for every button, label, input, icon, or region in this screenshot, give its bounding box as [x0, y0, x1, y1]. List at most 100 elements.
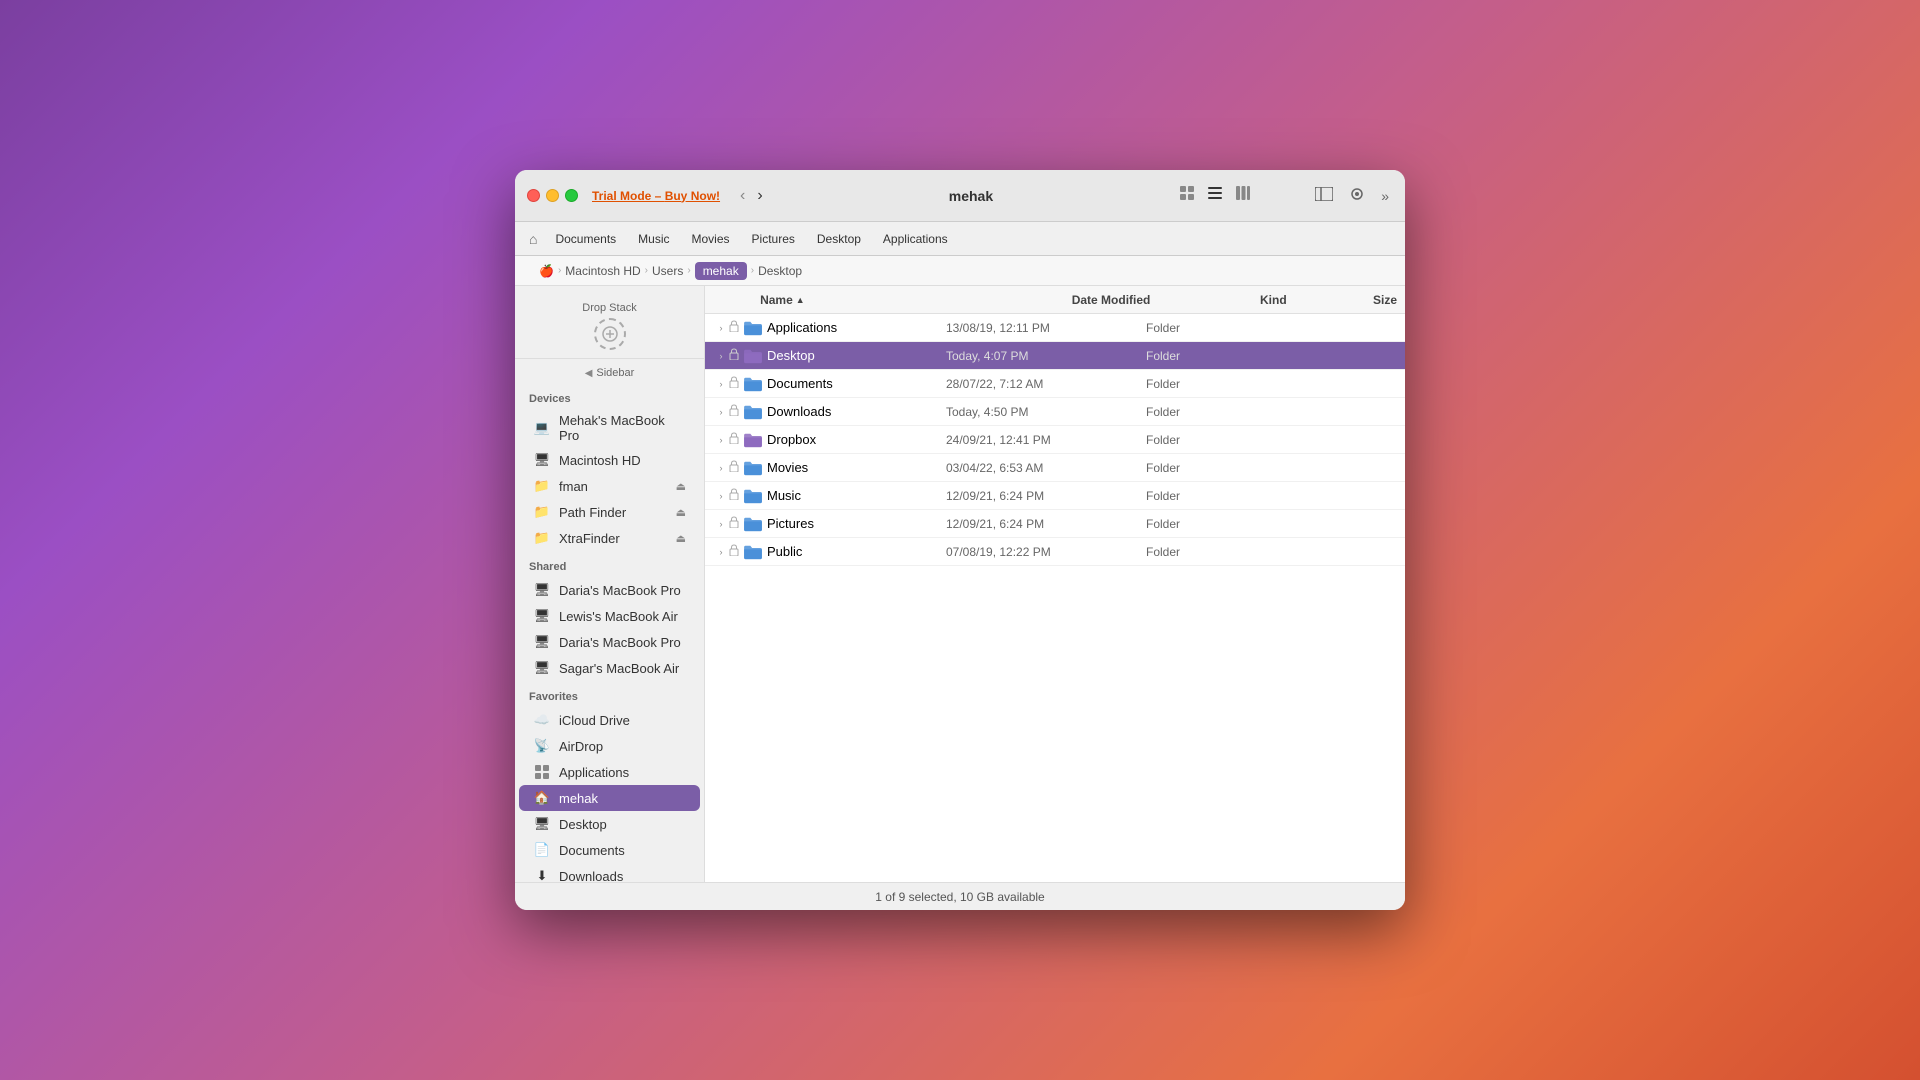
toolbar-tab-applications[interactable]: Applications — [873, 228, 958, 250]
lock-icon — [729, 432, 743, 447]
drop-stack: Drop Stack — [515, 294, 704, 359]
expand-chevron[interactable]: › — [713, 404, 729, 420]
expand-chevron[interactable]: › — [713, 376, 729, 392]
sidebar-item-downloads[interactable]: ⬇ Downloads — [519, 863, 700, 882]
downloads-icon: ⬇ — [533, 867, 551, 882]
expand-chevron[interactable]: › — [713, 516, 729, 532]
sidebar-toggle-button[interactable] — [1311, 183, 1337, 208]
lock-icon — [729, 348, 743, 363]
buy-now-link[interactable]: Buy Now! — [665, 189, 720, 203]
close-button[interactable] — [527, 189, 540, 202]
sidebar-item-fman[interactable]: 📁 fman ⏏ — [519, 473, 700, 499]
table-row[interactable]: › Music 12/09/21, 6:24 PM Folder — [705, 482, 1405, 510]
traffic-lights — [527, 189, 578, 202]
eject-icon[interactable]: ⏏ — [676, 480, 686, 493]
sidebar-item-label: XtraFinder — [559, 531, 620, 546]
table-row[interactable]: › Downloads Today, 4:50 PM Folder — [705, 398, 1405, 426]
file-name: Applications — [767, 320, 898, 335]
sidebar-item-desktop[interactable]: 🖥 Desktop — [519, 811, 700, 837]
lock-icon — [729, 460, 743, 475]
expand-button[interactable]: » — [1377, 184, 1393, 208]
list-view-button[interactable] — [1203, 181, 1227, 210]
sidebar-item-icloud-drive[interactable]: ☁️ iCloud Drive — [519, 707, 700, 733]
date-column-header[interactable]: Date Modified — [1072, 293, 1260, 307]
laptop-icon: 💻 — [533, 419, 551, 437]
drop-stack-label: Drop Stack — [582, 302, 636, 314]
airdrop-icon: 📡 — [533, 737, 551, 755]
sidebar-item-lewiss-macbook-air[interactable]: 🖥 Lewis's MacBook Air — [519, 603, 700, 629]
breadcrumb-macintosh-hd[interactable]: Macintosh HD — [565, 264, 640, 278]
file-kind: Folder — [1146, 405, 1266, 419]
column-view-button[interactable] — [1231, 181, 1255, 210]
expand-chevron[interactable]: › — [713, 348, 729, 364]
toolbar-tab-desktop[interactable]: Desktop — [807, 228, 871, 250]
sidebar-item-applications[interactable]: Applications — [519, 759, 700, 785]
file-kind: Folder — [1146, 349, 1266, 363]
table-row[interactable]: › Applications 13/08/19, 12:11 PM Folder — [705, 314, 1405, 342]
sidebar-item-label: Mehak's MacBook Pro — [559, 413, 686, 443]
kind-column-header[interactable]: Kind — [1260, 293, 1373, 307]
toolbar-tab-pictures[interactable]: Pictures — [742, 228, 805, 250]
drop-stack-icon[interactable] — [594, 318, 626, 350]
minimize-button[interactable] — [546, 189, 559, 202]
toolbar-tab-music[interactable]: Music — [628, 228, 679, 250]
breadcrumb-desktop[interactable]: Desktop — [758, 264, 802, 278]
sidebar-item-path-finder[interactable]: 📁 Path Finder ⏏ — [519, 499, 700, 525]
name-column-header[interactable]: Name ▲ — [760, 293, 1024, 307]
sidebar-item-mehaks-macbook-pro[interactable]: 💻 Mehak's MacBook Pro — [519, 409, 700, 447]
folder-icon — [743, 404, 763, 420]
file-date: 28/07/22, 7:12 AM — [946, 377, 1146, 391]
home-icon: 🏠 — [533, 789, 551, 807]
sidebar-item-xtrafinder[interactable]: 📁 XtraFinder ⏏ — [519, 525, 700, 551]
breadcrumb-users[interactable]: Users — [652, 264, 683, 278]
toolbar-tab-documents[interactable]: Documents — [545, 228, 626, 250]
status-text: 1 of 9 selected, 10 GB available — [875, 890, 1044, 904]
sidebar-item-label: Daria's MacBook Pro — [559, 635, 681, 650]
file-name: Dropbox — [767, 432, 898, 447]
monitor-icon: 🖥 — [533, 633, 551, 651]
sidebar-item-label: Path Finder — [559, 505, 626, 520]
maximize-button[interactable] — [565, 189, 578, 202]
table-row[interactable]: › Pictures 12/09/21, 6:24 PM Folder — [705, 510, 1405, 538]
sidebar-item-airdrop[interactable]: 📡 AirDrop — [519, 733, 700, 759]
sidebar-item-documents[interactable]: 📄 Documents — [519, 837, 700, 863]
sidebar-item-darias-macbook-pro-1[interactable]: 🖥 Daria's MacBook Pro — [519, 577, 700, 603]
sidebar-item-label: iCloud Drive — [559, 713, 630, 728]
expand-chevron[interactable]: › — [713, 488, 729, 504]
view-controls — [1175, 181, 1255, 210]
file-name: Documents — [767, 376, 898, 391]
sidebar-item-mehak[interactable]: 🏠 mehak — [519, 785, 700, 811]
table-row[interactable]: › Dropbox 24/09/21, 12:41 PM Folder — [705, 426, 1405, 454]
size-column-header[interactable]: Size — [1373, 293, 1397, 307]
table-row[interactable]: › Desktop Today, 4:07 PM Folder — [705, 342, 1405, 370]
preview-button[interactable] — [1345, 182, 1369, 209]
breadcrumb-bar: 🍎 › Macintosh HD › Users › mehak › Deskt… — [515, 256, 1405, 286]
expand-chevron[interactable]: › — [713, 320, 729, 336]
sidebar-item-label: Applications — [559, 765, 629, 780]
back-button[interactable]: ‹ — [736, 185, 749, 207]
table-row[interactable]: › Movies 03/04/22, 6:53 AM Folder — [705, 454, 1405, 482]
sidebar-collapse-toggle[interactable]: ◀ Sidebar — [515, 363, 704, 383]
expand-chevron[interactable]: › — [713, 460, 729, 476]
lock-icon — [729, 320, 743, 335]
sidebar-item-sagars-macbook-air[interactable]: 🖥 Sagar's MacBook Air — [519, 655, 700, 681]
sidebar-item-macintosh-hd[interactable]: 🖥 Macintosh HD — [519, 447, 700, 473]
folder-icon — [743, 432, 763, 448]
sidebar-section-shared: Shared — [515, 551, 704, 577]
file-date: 07/08/19, 12:22 PM — [946, 545, 1146, 559]
eject-icon[interactable]: ⏏ — [676, 532, 686, 545]
lock-icon — [729, 488, 743, 503]
breadcrumb-apple[interactable]: 🍎 — [523, 264, 554, 278]
eject-icon[interactable]: ⏏ — [676, 506, 686, 519]
expand-chevron[interactable]: › — [713, 432, 729, 448]
file-name: Movies — [767, 460, 898, 475]
sidebar-item-darias-macbook-pro-2[interactable]: 🖥 Daria's MacBook Pro — [519, 629, 700, 655]
forward-button[interactable]: › — [753, 185, 766, 207]
home-button[interactable]: ⌂ — [523, 227, 543, 251]
icon-view-button[interactable] — [1175, 181, 1199, 210]
table-row[interactable]: › Public 07/08/19, 12:22 PM Folder — [705, 538, 1405, 566]
breadcrumb-mehak[interactable]: mehak — [695, 262, 747, 280]
table-row[interactable]: › Documents 28/07/22, 7:12 AM Folder — [705, 370, 1405, 398]
toolbar-tab-movies[interactable]: Movies — [682, 228, 740, 250]
expand-chevron[interactable]: › — [713, 544, 729, 560]
